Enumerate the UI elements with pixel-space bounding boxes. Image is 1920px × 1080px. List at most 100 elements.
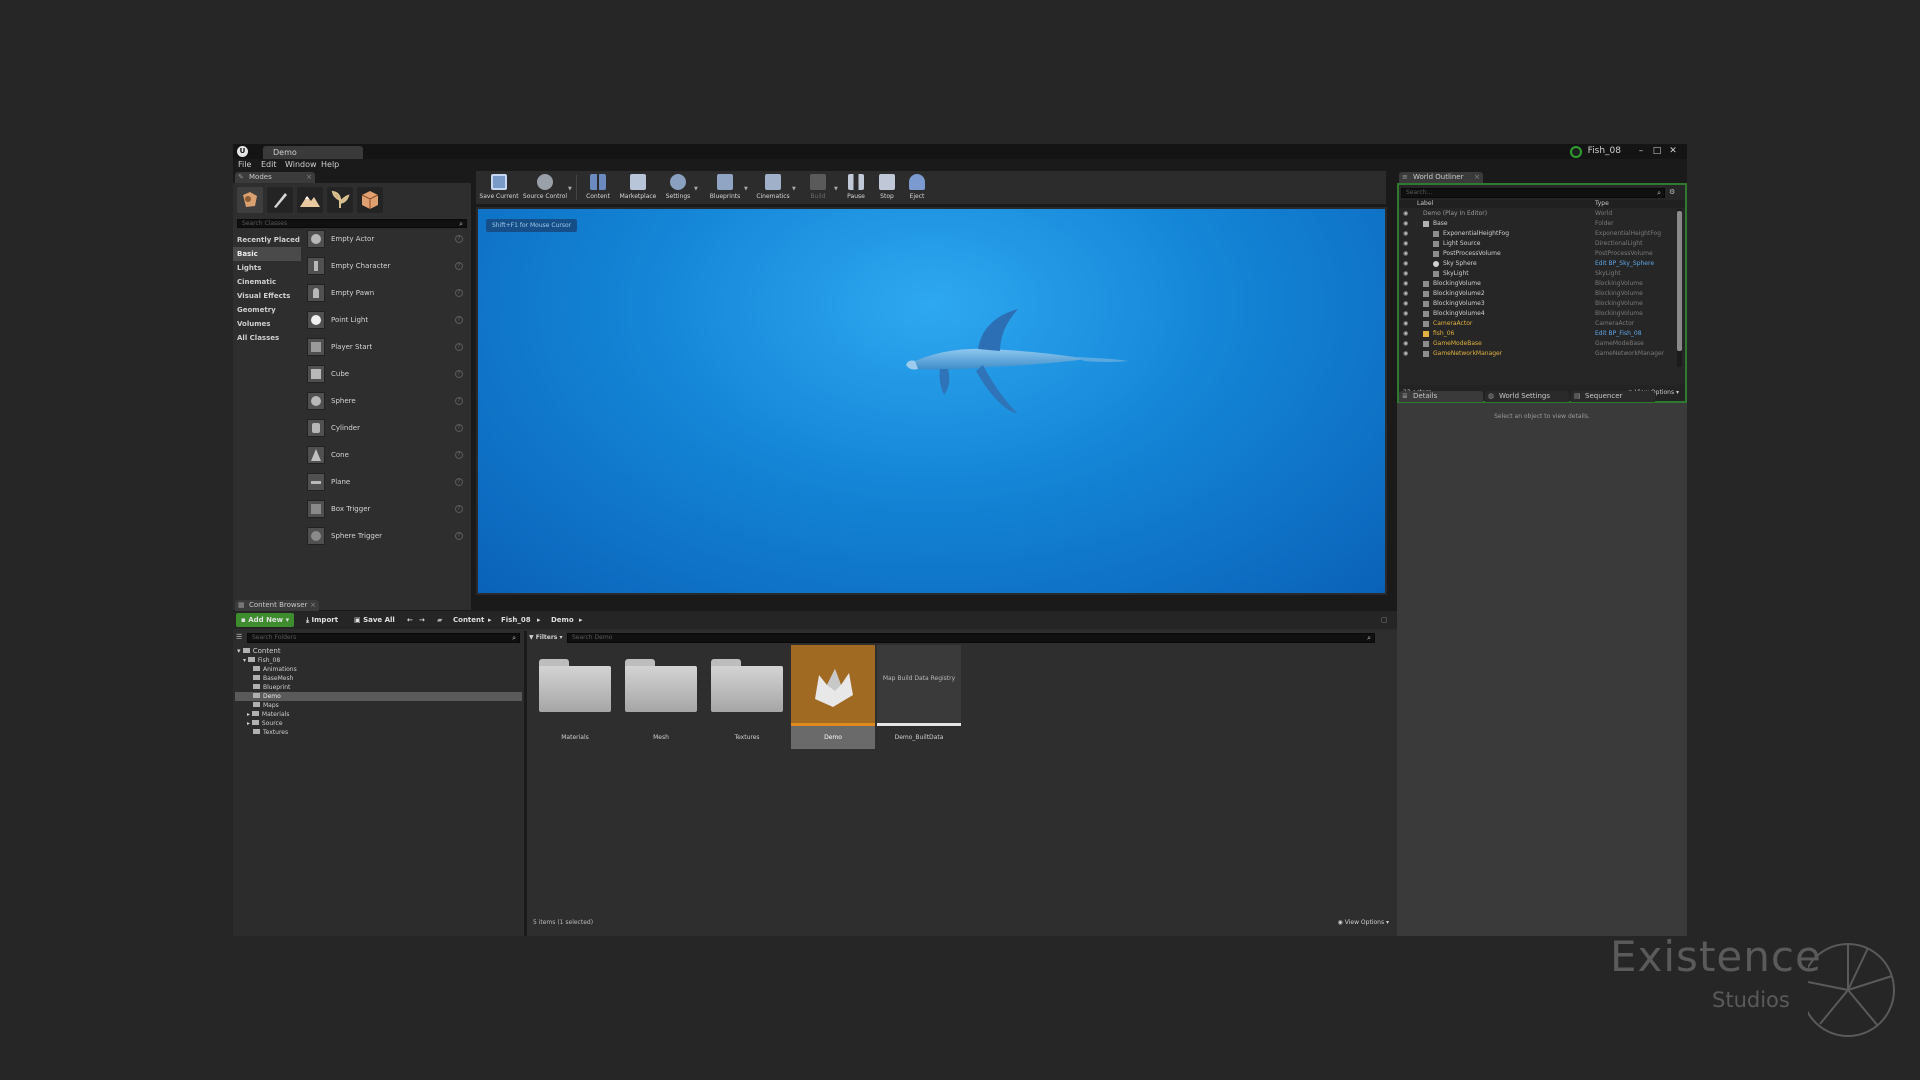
outliner-row[interactable]: ◉ CameraActor CameraActor — [1399, 319, 1675, 329]
tree-item-textures[interactable]: Textures — [253, 728, 288, 737]
help-icon[interactable]: ? — [455, 532, 463, 540]
outliner-row[interactable]: ◉ BlockingVolume BlockingVolume — [1399, 279, 1675, 289]
asset-view-options-button[interactable]: ◉ View Options ▾ — [1338, 919, 1389, 926]
visibility-eye-icon[interactable]: ◉ — [1403, 209, 1408, 219]
outliner-row[interactable]: ◉ Base Folder — [1399, 219, 1675, 229]
asset-level-demo[interactable]: Demo — [791, 645, 875, 749]
stop-button[interactable]: Stop — [872, 171, 902, 204]
visibility-eye-icon[interactable]: ◉ — [1403, 279, 1408, 289]
lock-icon[interactable]: ▢ — [1381, 613, 1388, 627]
tab-world-outliner[interactable]: ≡ World Outliner × — [1399, 172, 1483, 183]
class-item-cube[interactable]: Cube ? — [307, 361, 467, 387]
dropdown-arrow-icon[interactable]: ▼ — [744, 186, 748, 192]
dropdown-arrow-icon[interactable]: ▼ — [792, 186, 796, 192]
help-icon[interactable]: ? — [455, 316, 463, 324]
landscape-mode-button[interactable] — [297, 187, 323, 213]
dropdown-arrow-icon[interactable]: ▼ — [834, 186, 838, 192]
visibility-eye-icon[interactable]: ◉ — [1403, 309, 1408, 319]
source-control-button[interactable]: Source Control — [522, 171, 568, 204]
tab-content-browser[interactable]: ▦ Content Browser × — [235, 600, 319, 611]
type-column-header[interactable]: Type — [1595, 200, 1609, 208]
breadcrumb-fish08[interactable]: Fish_08 — [501, 613, 531, 627]
tree-item-animations[interactable]: Animations — [253, 665, 297, 674]
help-icon[interactable]: ? — [455, 289, 463, 297]
outliner-row[interactable]: ◉ BlockingVolume4 BlockingVolume — [1399, 309, 1675, 319]
visibility-eye-icon[interactable]: ◉ — [1403, 219, 1408, 229]
category-lights[interactable]: Lights — [233, 261, 301, 275]
minimize-button[interactable]: – — [1635, 146, 1647, 157]
outliner-scrollbar[interactable] — [1677, 209, 1682, 367]
tree-toggle-icon[interactable]: ☰ — [236, 633, 242, 641]
menu-file[interactable]: File — [238, 159, 251, 171]
help-icon[interactable]: ? — [455, 424, 463, 432]
visibility-eye-icon[interactable]: ◉ — [1403, 339, 1408, 349]
close-icon[interactable]: × — [1474, 172, 1480, 183]
help-icon[interactable]: ? — [455, 397, 463, 405]
breadcrumb-separator[interactable]: ▸ — [537, 613, 541, 627]
help-icon[interactable]: ? — [455, 343, 463, 351]
paint-mode-button[interactable] — [267, 187, 293, 213]
outliner-row[interactable]: ◉ BlockingVolume2 BlockingVolume — [1399, 289, 1675, 299]
visibility-eye-icon[interactable]: ◉ — [1403, 299, 1408, 309]
tree-item-source[interactable]: ▸ Source — [247, 719, 283, 728]
tree-item-maps[interactable]: Maps — [253, 701, 279, 710]
pause-button[interactable]: Pause — [840, 171, 872, 204]
close-icon[interactable]: × — [306, 172, 312, 183]
class-item-sphere[interactable]: Sphere ? — [307, 388, 467, 414]
close-button[interactable]: ✕ — [1667, 146, 1679, 157]
category-all-classes[interactable]: All Classes — [233, 331, 301, 345]
category-geometry[interactable]: Geometry — [233, 303, 301, 317]
outliner-scroll-thumb[interactable] — [1677, 211, 1682, 351]
outliner-row[interactable]: ◉ BlockingVolume3 BlockingVolume — [1399, 299, 1675, 309]
outliner-row[interactable]: ◉ fish_06 Edit BP_Fish_08 — [1399, 329, 1675, 339]
outliner-row[interactable]: ◉ PostProcessVolume PostProcessVolume — [1399, 249, 1675, 259]
blueprints-button[interactable]: Blueprints — [702, 171, 748, 204]
outliner-row[interactable]: ◉ GameNetworkManager GameNetworkManager — [1399, 349, 1675, 359]
tab-world-settings[interactable]: ◍ World Settings — [1485, 391, 1569, 402]
edit-blueprint-link[interactable]: Edit BP_Fish_08 — [1595, 329, 1642, 339]
outliner-search-input[interactable]: Search... ⌕ — [1401, 188, 1665, 198]
outliner-row[interactable]: ◉ SkyLight SkyLight — [1399, 269, 1675, 279]
help-icon[interactable]: ? — [455, 235, 463, 243]
visibility-eye-icon[interactable]: ◉ — [1403, 319, 1408, 329]
class-item-plane[interactable]: Plane ? — [307, 469, 467, 495]
visibility-eye-icon[interactable]: ◉ — [1403, 249, 1408, 259]
label-column-header[interactable]: Label — [1417, 200, 1433, 208]
import-button[interactable]: ⤓ Import — [301, 613, 343, 627]
class-item-cone[interactable]: Cone ? — [307, 442, 467, 468]
tree-item-basemesh[interactable]: BaseMesh — [253, 674, 293, 683]
class-item-cylinder[interactable]: Cylinder ? — [307, 415, 467, 441]
breadcrumb-separator[interactable]: ▸ — [488, 613, 492, 627]
forward-arrow-icon[interactable]: → — [419, 613, 425, 627]
level-tab[interactable]: Demo — [263, 146, 363, 159]
visibility-eye-icon[interactable]: ◉ — [1403, 269, 1408, 279]
asset-folder-textures[interactable]: Textures — [705, 645, 789, 749]
tree-item-fish08[interactable]: ▾ Fish_08 — [243, 656, 280, 665]
tab-details[interactable]: ≣ Details — [1399, 391, 1483, 402]
search-folders-input[interactable]: Search Folders ⌕ — [247, 633, 520, 643]
foliage-mode-button[interactable] — [327, 187, 353, 213]
help-icon[interactable]: ? — [455, 505, 463, 513]
breadcrumb-content[interactable]: Content — [453, 613, 484, 627]
outliner-row[interactable]: ◉ ExponentialHeightFog ExponentialHeightFo… — [1399, 229, 1675, 239]
visibility-eye-icon[interactable]: ◉ — [1403, 329, 1408, 339]
build-button[interactable]: Build — [798, 171, 838, 204]
dropdown-arrow-icon[interactable]: ▼ — [568, 186, 572, 192]
class-item-empty-actor[interactable]: Empty Actor ? — [307, 226, 467, 252]
level-viewport[interactable]: Shift+F1 for Mouse Cursor — [476, 207, 1387, 595]
maximize-button[interactable]: □ — [1651, 146, 1663, 157]
save-current-button[interactable]: Save Current — [476, 171, 522, 204]
help-icon[interactable]: ? — [455, 451, 463, 459]
tab-modes[interactable]: ✎ Modes × — [235, 172, 315, 183]
add-new-button[interactable]: ▪ Add New ▾ — [236, 613, 295, 627]
geometry-mode-button[interactable] — [357, 187, 383, 213]
cinematics-button[interactable]: Cinematics — [750, 171, 796, 204]
help-icon[interactable]: ? — [455, 478, 463, 486]
dropdown-arrow-icon[interactable]: ▼ — [694, 186, 698, 192]
content-button[interactable]: Content — [578, 171, 618, 204]
outliner-row[interactable]: ◉ GameModeBase GameModeBase — [1399, 339, 1675, 349]
class-item-box-trigger[interactable]: Box Trigger ? — [307, 496, 467, 522]
breadcrumb-demo[interactable]: Demo — [551, 613, 574, 627]
help-icon[interactable]: ? — [455, 370, 463, 378]
breadcrumb-separator[interactable]: ▸ — [579, 613, 583, 627]
